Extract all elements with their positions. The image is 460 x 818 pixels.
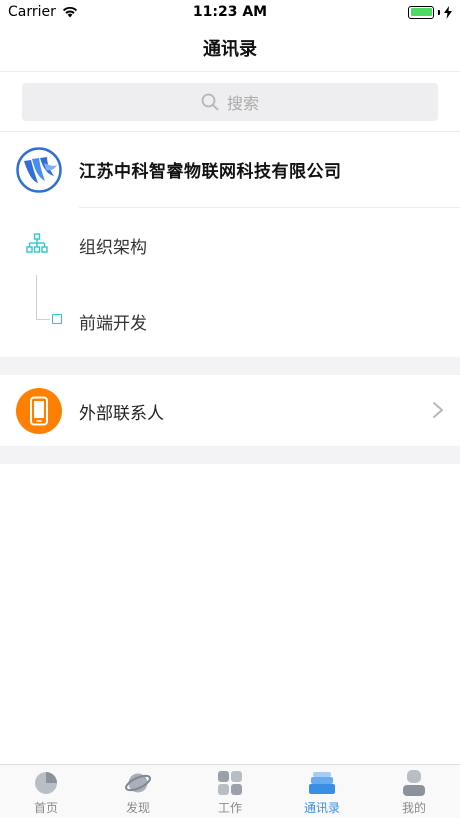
tab-contacts[interactable]: 通讯录: [276, 765, 368, 818]
nav-bar: 通讯录: [0, 24, 460, 72]
section-separator: [0, 446, 460, 464]
chevron-right-icon: [433, 402, 443, 418]
search-icon: [201, 93, 219, 110]
org-structure-row[interactable]: 组织架构: [0, 207, 460, 281]
tab-work[interactable]: 工作: [184, 765, 276, 818]
company-logo-icon: [16, 147, 62, 193]
status-bar: Carrier 11:23 AM: [0, 0, 460, 24]
tab-label: 我的: [401, 801, 426, 815]
company-row[interactable]: 江苏中科智睿物联网科技有限公司: [0, 133, 460, 207]
planet-icon: [125, 773, 151, 793]
org-root-label: 组织架构: [79, 238, 147, 258]
grid-icon: [218, 771, 242, 795]
tab-profile[interactable]: 我的: [368, 765, 460, 818]
tab-label: 工作: [217, 801, 242, 815]
tab-label: 发现: [125, 801, 150, 815]
section-separator: [0, 357, 460, 375]
status-time: 11:23 AM: [192, 4, 268, 20]
department-label: 前端开发: [79, 314, 147, 334]
page-title: 通讯录: [203, 38, 257, 60]
contacts-icon: [309, 772, 335, 794]
tab-home[interactable]: 首页: [0, 765, 92, 818]
external-contacts-row[interactable]: 外部联系人: [0, 375, 460, 446]
department-row[interactable]: 前端开发: [0, 283, 460, 357]
tab-label: 通讯录: [303, 801, 340, 815]
profile-icon: [403, 770, 425, 796]
home-pie-icon: [35, 772, 57, 794]
search-input[interactable]: 搜索: [22, 82, 438, 121]
external-contacts-label: 外部联系人: [79, 404, 164, 424]
search-placeholder: 搜索: [226, 93, 259, 113]
phone-icon: [16, 388, 62, 434]
company-name: 江苏中科智睿物联网科技有限公司: [79, 162, 342, 182]
tab-discover[interactable]: 发现: [92, 765, 184, 818]
battery-icon: [408, 5, 434, 19]
contacts-screen: Carrier 11:23 AM 通讯录 搜索 江苏中科智睿物联网科技有限公司 …: [0, 0, 460, 818]
org-chart-icon: [26, 233, 48, 253]
search-area: 搜索: [0, 72, 460, 132]
tab-bar: 首页 发现 工作 通讯录 我的: [0, 764, 460, 818]
tab-label: 首页: [33, 801, 58, 815]
